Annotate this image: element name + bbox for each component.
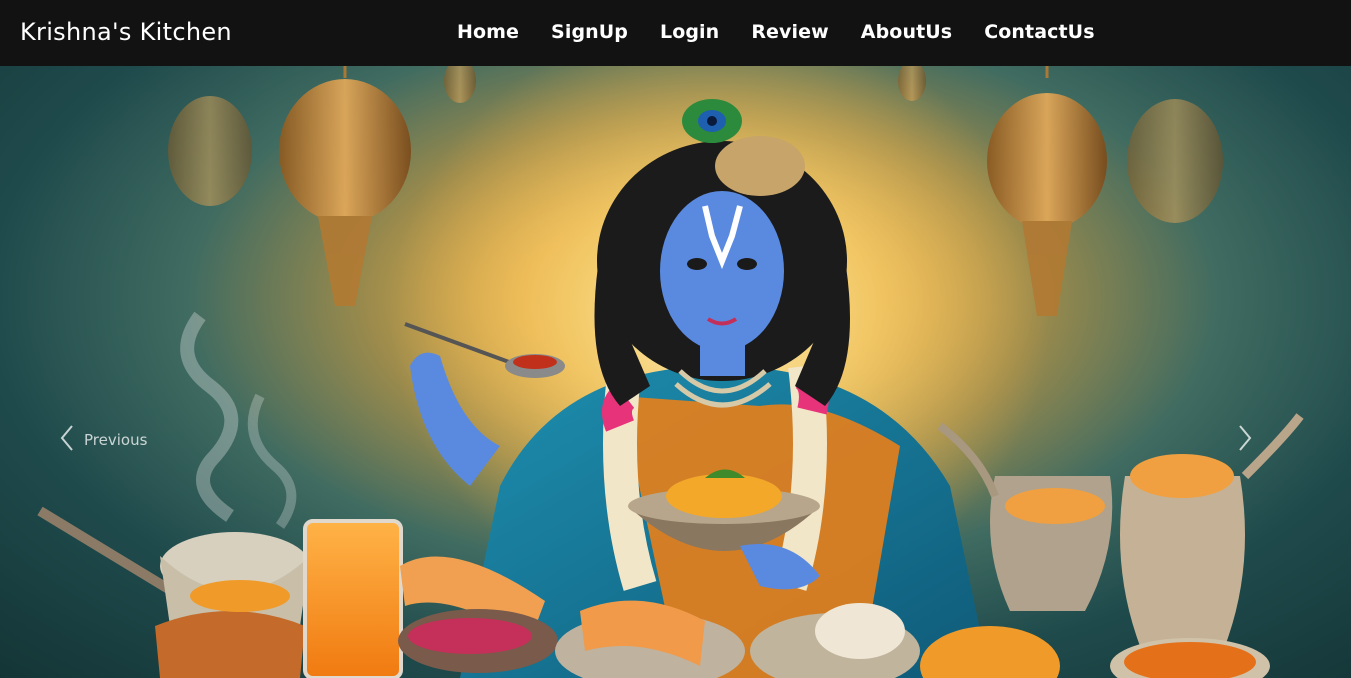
carousel-next-button[interactable]	[1236, 424, 1254, 456]
top-navbar: Krishna's Kitchen Home SignUp Login Revi…	[0, 0, 1351, 66]
chevron-right-icon	[1236, 424, 1254, 456]
nav-link-login[interactable]: Login	[660, 21, 719, 43]
nav-link-contactus[interactable]: ContactUs	[984, 21, 1094, 43]
nav-link-signup[interactable]: SignUp	[551, 21, 628, 43]
krishna-feast-illustration	[37, 66, 1304, 678]
carousel-prev-button[interactable]: Previous	[58, 424, 147, 456]
carousel-prev-label: Previous	[84, 431, 148, 449]
nav-link-aboutus[interactable]: AboutUs	[861, 21, 952, 43]
nav-menu: Home SignUp Login Review AboutUs Contact…	[457, 19, 1127, 45]
nav-link-review[interactable]: Review	[751, 21, 828, 43]
nav-link-home[interactable]: Home	[457, 21, 519, 43]
chevron-left-icon	[58, 424, 76, 456]
brand-logo-link[interactable]: Krishna's Kitchen	[20, 14, 232, 50]
hero-carousel: Previous	[0, 66, 1351, 678]
